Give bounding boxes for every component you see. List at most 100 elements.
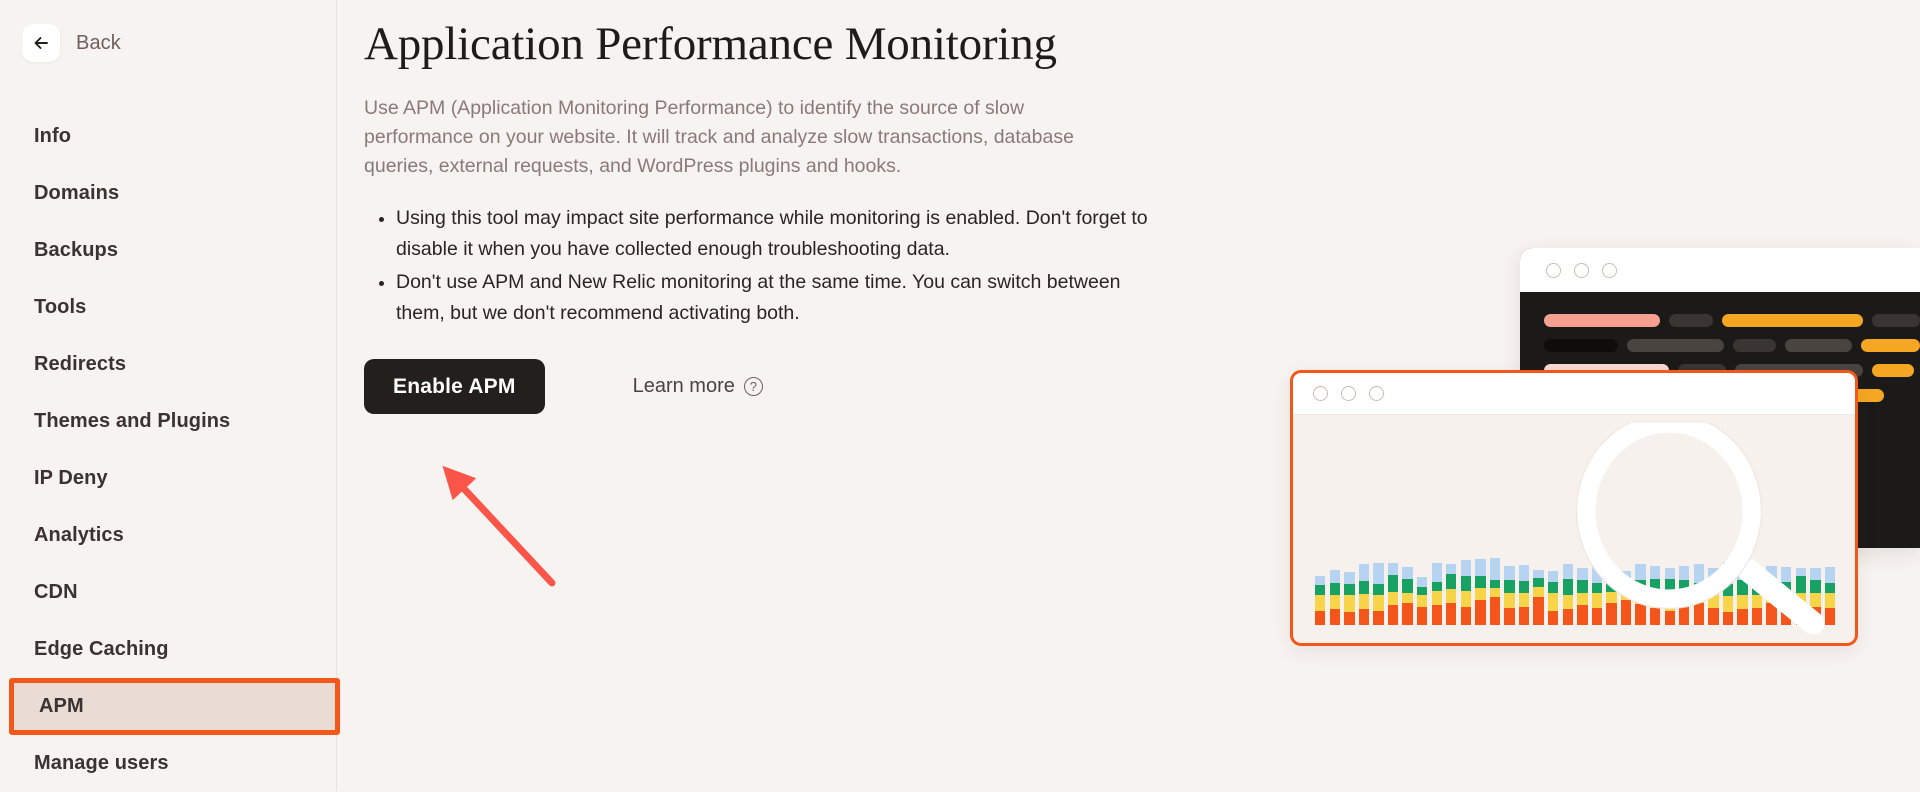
chart-segment-blue: [1387, 563, 1399, 575]
back-navigation[interactable]: Back: [22, 24, 121, 62]
chart-bar: [1460, 560, 1471, 625]
arrow-line: [442, 465, 556, 587]
chart-segment-green: [1344, 584, 1355, 595]
chart-segment-green: [1810, 580, 1821, 594]
chart-segment-green: [1737, 580, 1748, 595]
chart-segment-blue: [1416, 576, 1428, 588]
chart-segment-yellow: [1708, 593, 1719, 608]
chart-bar: [1635, 564, 1646, 625]
chart-segment-green: [1329, 582, 1340, 595]
back-label: Back: [76, 31, 121, 54]
chart-segment-green: [1649, 578, 1661, 593]
sidebar-item-label: APM: [39, 695, 84, 717]
chart-segment-red: [1373, 610, 1384, 625]
chart-bar: [1737, 567, 1748, 625]
chart-segment-yellow: [1329, 594, 1340, 610]
chart-segment-blue: [1795, 568, 1806, 577]
enable-apm-button[interactable]: Enable APM: [364, 359, 545, 415]
chart-segment-red: [1737, 609, 1748, 625]
chart-segment-red: [1489, 597, 1501, 625]
chart-segment-green: [1460, 576, 1471, 591]
chart-segment-yellow: [1810, 593, 1821, 607]
chart-segment-yellow: [1591, 593, 1603, 608]
chart-bar: [1489, 557, 1501, 625]
chart-segment-blue: [1475, 559, 1486, 577]
chart-segment-yellow: [1475, 588, 1486, 600]
chart-bar: [1606, 569, 1617, 625]
chart-segment-yellow: [1824, 593, 1836, 608]
code-token: [1722, 314, 1863, 327]
sidebar-item-backups[interactable]: Backups: [0, 222, 337, 279]
chart-segment-blue: [1504, 565, 1515, 581]
chart-segment-blue: [1620, 571, 1632, 582]
code-token: [1860, 339, 1920, 352]
chart-bar: [1562, 564, 1573, 625]
sidebar-item-domains[interactable]: Domains: [0, 165, 337, 222]
chart-segment-green: [1504, 580, 1515, 594]
chart-bar: [1693, 564, 1704, 625]
sidebar-item-manage-users[interactable]: Manage users: [0, 735, 337, 792]
chart-segment-yellow: [1315, 594, 1326, 611]
sidebar-item-analytics[interactable]: Analytics: [0, 507, 337, 564]
chart-segment-blue: [1693, 564, 1704, 583]
chart-segment-red: [1387, 605, 1399, 625]
window-dot-maximize-icon: [1602, 262, 1617, 278]
sidebar-item-cdn[interactable]: CDN: [0, 564, 337, 621]
chart-segment-yellow: [1649, 592, 1661, 608]
sidebar-item-label: Edge Caching: [34, 638, 169, 660]
chart-segment-blue: [1489, 557, 1501, 581]
chart-segment-blue: [1533, 569, 1544, 578]
sidebar-item-label: IP Deny: [34, 467, 108, 489]
chart-segment-green: [1606, 584, 1617, 593]
code-token: [1544, 314, 1660, 327]
sidebar-item-ip-deny[interactable]: IP Deny: [0, 450, 337, 507]
window-dot-minimize-icon: [1341, 386, 1356, 401]
chart-segment-red: [1344, 611, 1355, 625]
chart-segment-red: [1416, 607, 1428, 625]
code-window-titlebar: [1520, 248, 1920, 292]
chart-segment-red: [1562, 609, 1573, 625]
chart-segment-yellow: [1504, 593, 1515, 608]
learn-more-link[interactable]: Learn more ?: [633, 375, 763, 398]
back-button[interactable]: [22, 24, 60, 62]
sidebar-item-redirects[interactable]: Redirects: [0, 336, 337, 393]
sidebar-item-tools[interactable]: Tools: [0, 279, 337, 336]
chart-segment-red: [1751, 607, 1763, 625]
sidebar-item-label: Info: [34, 125, 72, 147]
chart-bar: [1504, 565, 1515, 625]
chart-bar: [1533, 569, 1544, 625]
sidebar-item-label: Domains: [34, 182, 120, 204]
chart-bar: [1708, 568, 1719, 625]
chart-window-titlebar: [1293, 373, 1855, 415]
chart-segment-yellow: [1562, 594, 1573, 610]
action-row: Enable APM Learn more ?: [364, 359, 1184, 415]
chart-bar: [1416, 576, 1428, 625]
chart-segment-green: [1387, 574, 1399, 593]
sidebar-item-themes-and-plugins[interactable]: Themes and Plugins: [0, 393, 337, 450]
chart-segment-red: [1446, 602, 1457, 625]
sidebar-item-label: Manage users: [34, 752, 169, 774]
chart-segment-green: [1548, 581, 1559, 594]
sidebar-item-label: Backups: [34, 239, 119, 261]
sidebar-item-edge-caching[interactable]: Edge Caching: [0, 621, 337, 678]
code-token: [1544, 339, 1619, 352]
chart-segment-red: [1504, 607, 1515, 625]
sidebar: Back Info Domains Backups Tools Redirects The…: [0, 0, 340, 792]
chart-segment-green: [1708, 580, 1719, 594]
chart-segment-red: [1679, 605, 1690, 625]
chart-segment-green: [1533, 577, 1544, 587]
sidebar-item-info[interactable]: Info: [0, 108, 337, 165]
chart-segment-blue: [1664, 568, 1675, 579]
sidebar-item-label: Redirects: [34, 353, 127, 375]
chart-bar: [1591, 563, 1603, 625]
chart-bar: [1518, 565, 1530, 625]
window-dot-maximize-icon: [1369, 386, 1384, 401]
chart-segment-red: [1649, 607, 1661, 625]
sidebar-item-apm[interactable]: APM: [9, 678, 340, 735]
chart-segment-yellow: [1664, 594, 1675, 611]
chart-segment-blue: [1649, 565, 1661, 579]
chart-segment-red: [1795, 607, 1806, 625]
sidebar-item-label: Analytics: [34, 524, 124, 546]
note-item: Using this tool may impact site performa…: [396, 203, 1156, 265]
chart-segment-red: [1606, 602, 1617, 625]
